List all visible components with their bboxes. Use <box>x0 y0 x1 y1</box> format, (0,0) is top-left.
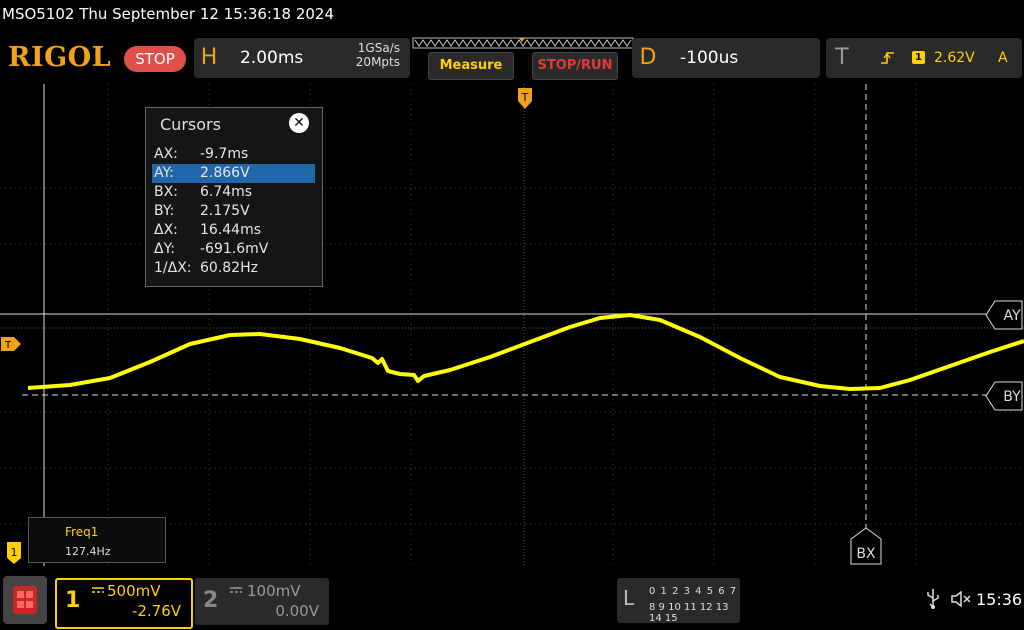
delay-panel[interactable]: D -100us <box>632 38 820 78</box>
cursor-row[interactable]: ΔX: 16.44ms <box>152 221 315 240</box>
cursor-row-value: 2.866V <box>200 165 250 181</box>
measurement-panel[interactable]: Freq1 127.4Hz <box>28 517 166 563</box>
cursor-row-label: BY: <box>154 203 175 219</box>
trigger-level: 2.62V <box>934 50 975 66</box>
cursor-row-label: ΔX: <box>154 222 178 238</box>
trigger-position-marker: T <box>518 88 532 109</box>
memory-overview-bar <box>412 37 634 49</box>
trigger-position-marker-text: T <box>521 91 529 104</box>
channel-1-offset: -2.76V <box>131 602 181 620</box>
delay-label: D <box>639 45 657 70</box>
logic-channels-high: 8 9 10 11 12 13 14 15 <box>649 602 729 624</box>
ch1-trace <box>27 313 1024 391</box>
cursor-row-value: -9.7ms <box>200 146 249 162</box>
grid-menu-icon <box>13 586 37 614</box>
channel-1-scale: 500mV <box>107 582 161 600</box>
trigger-level-marker: T <box>1 337 21 351</box>
brand-logo: RIGOL <box>8 42 112 73</box>
channel-2-offset: 0.00V <box>275 602 319 620</box>
cursor-row[interactable]: ΔY: -691.6mV <box>152 240 315 259</box>
cursor-by-tag-text: BY <box>1003 389 1021 405</box>
cursor-row-label: AX: <box>154 146 178 162</box>
cursor-row-label: AY: <box>154 165 174 181</box>
channel-2-scale: 100mV <box>247 582 301 600</box>
timebase-value: 2.00ms <box>240 48 304 68</box>
cursor-bx-tag-text: BX <box>856 546 876 562</box>
cursor-row[interactable]: AY: 2.866V <box>152 164 315 183</box>
cursor-row-value: 16.44ms <box>200 222 262 238</box>
cursor-row-value: 2.175V <box>200 203 250 219</box>
delay-value: -100us <box>680 48 739 68</box>
cursor-row-label: 1/ΔX: <box>154 260 192 276</box>
cursor-by-tag[interactable]: BY <box>985 381 1023 411</box>
acquisition-info: 1GSa/s 20Mpts <box>300 41 400 69</box>
logic-analyzer-panel[interactable]: L 0 1 2 3 4 5 6 7 8 9 10 11 12 13 14 15 <box>617 578 740 624</box>
ch1-ground-marker-text: 1 <box>11 546 18 559</box>
cursors-dialog-title: Cursors <box>160 115 221 134</box>
memory-depth: 20Mpts <box>355 55 400 69</box>
logic-channels-low: 0 1 2 3 4 5 6 7 <box>649 586 738 597</box>
usb-icon <box>927 589 939 609</box>
trigger-level-marker-text: T <box>4 340 12 351</box>
clock: 15:36 <box>976 590 1023 609</box>
window-title: MSO5102 Thu September 12 15:36:18 2024 <box>2 5 334 23</box>
dc-coupling-icon <box>230 587 242 593</box>
ch1-ground-marker: 1 <box>7 542 21 564</box>
trigger-label: T <box>835 45 849 70</box>
cursor-row-label: ΔY: <box>154 241 175 257</box>
channel-1-number: 1 <box>65 588 81 613</box>
close-icon[interactable]: ✕ <box>289 113 309 133</box>
channel-2-panel[interactable]: 2 100mV 0.00V <box>195 578 329 625</box>
horizontal-label: H <box>200 45 218 70</box>
dc-coupling-icon <box>92 587 104 593</box>
cursor-ay-tag[interactable]: AY <box>985 300 1023 330</box>
measure-button[interactable]: Measure <box>428 52 514 80</box>
trigger-source-badge: 1 <box>912 51 925 64</box>
sample-rate: 1GSa/s <box>357 41 400 55</box>
cursor-row[interactable]: BX: 6.74ms <box>152 183 315 202</box>
cursors-dialog[interactable]: Cursors ✕ AX: -9.7ms AY: 2.866V BX: 6.74ms BY:… <box>145 107 323 287</box>
cursor-bx-tag[interactable]: BX <box>850 527 882 565</box>
measurement-value: 127.4Hz <box>65 545 111 558</box>
cursor-row-label: BX: <box>154 184 178 200</box>
trigger-panel[interactable]: T 1 2.62V A <box>826 38 1022 78</box>
speaker-muted-icon[interactable] <box>950 590 972 608</box>
menu-button[interactable] <box>3 576 47 624</box>
stop-run-button[interactable]: STOP/RUN <box>532 52 618 80</box>
channel-2-number: 2 <box>203 588 219 613</box>
rising-edge-icon <box>881 52 894 64</box>
cursor-row[interactable]: BY: 2.175V <box>152 202 315 221</box>
cursor-row-value: 6.74ms <box>200 184 253 200</box>
trigger-mode: A <box>998 50 1008 66</box>
channel-1-panel[interactable]: 1 500mV -2.76V <box>55 578 193 629</box>
logic-label: L <box>623 586 635 610</box>
cursor-row[interactable]: 1/ΔX: 60.82Hz <box>152 259 315 278</box>
cursor-row-value: 60.82Hz <box>200 260 258 276</box>
measurement-name: Freq1 <box>65 525 99 539</box>
cursor-row-value: -691.6mV <box>200 241 269 257</box>
run-state-badge[interactable]: STOP <box>124 46 186 72</box>
cursor-row[interactable]: AX: -9.7ms <box>152 145 315 164</box>
cursor-ay-tag-text: AY <box>1003 308 1020 324</box>
